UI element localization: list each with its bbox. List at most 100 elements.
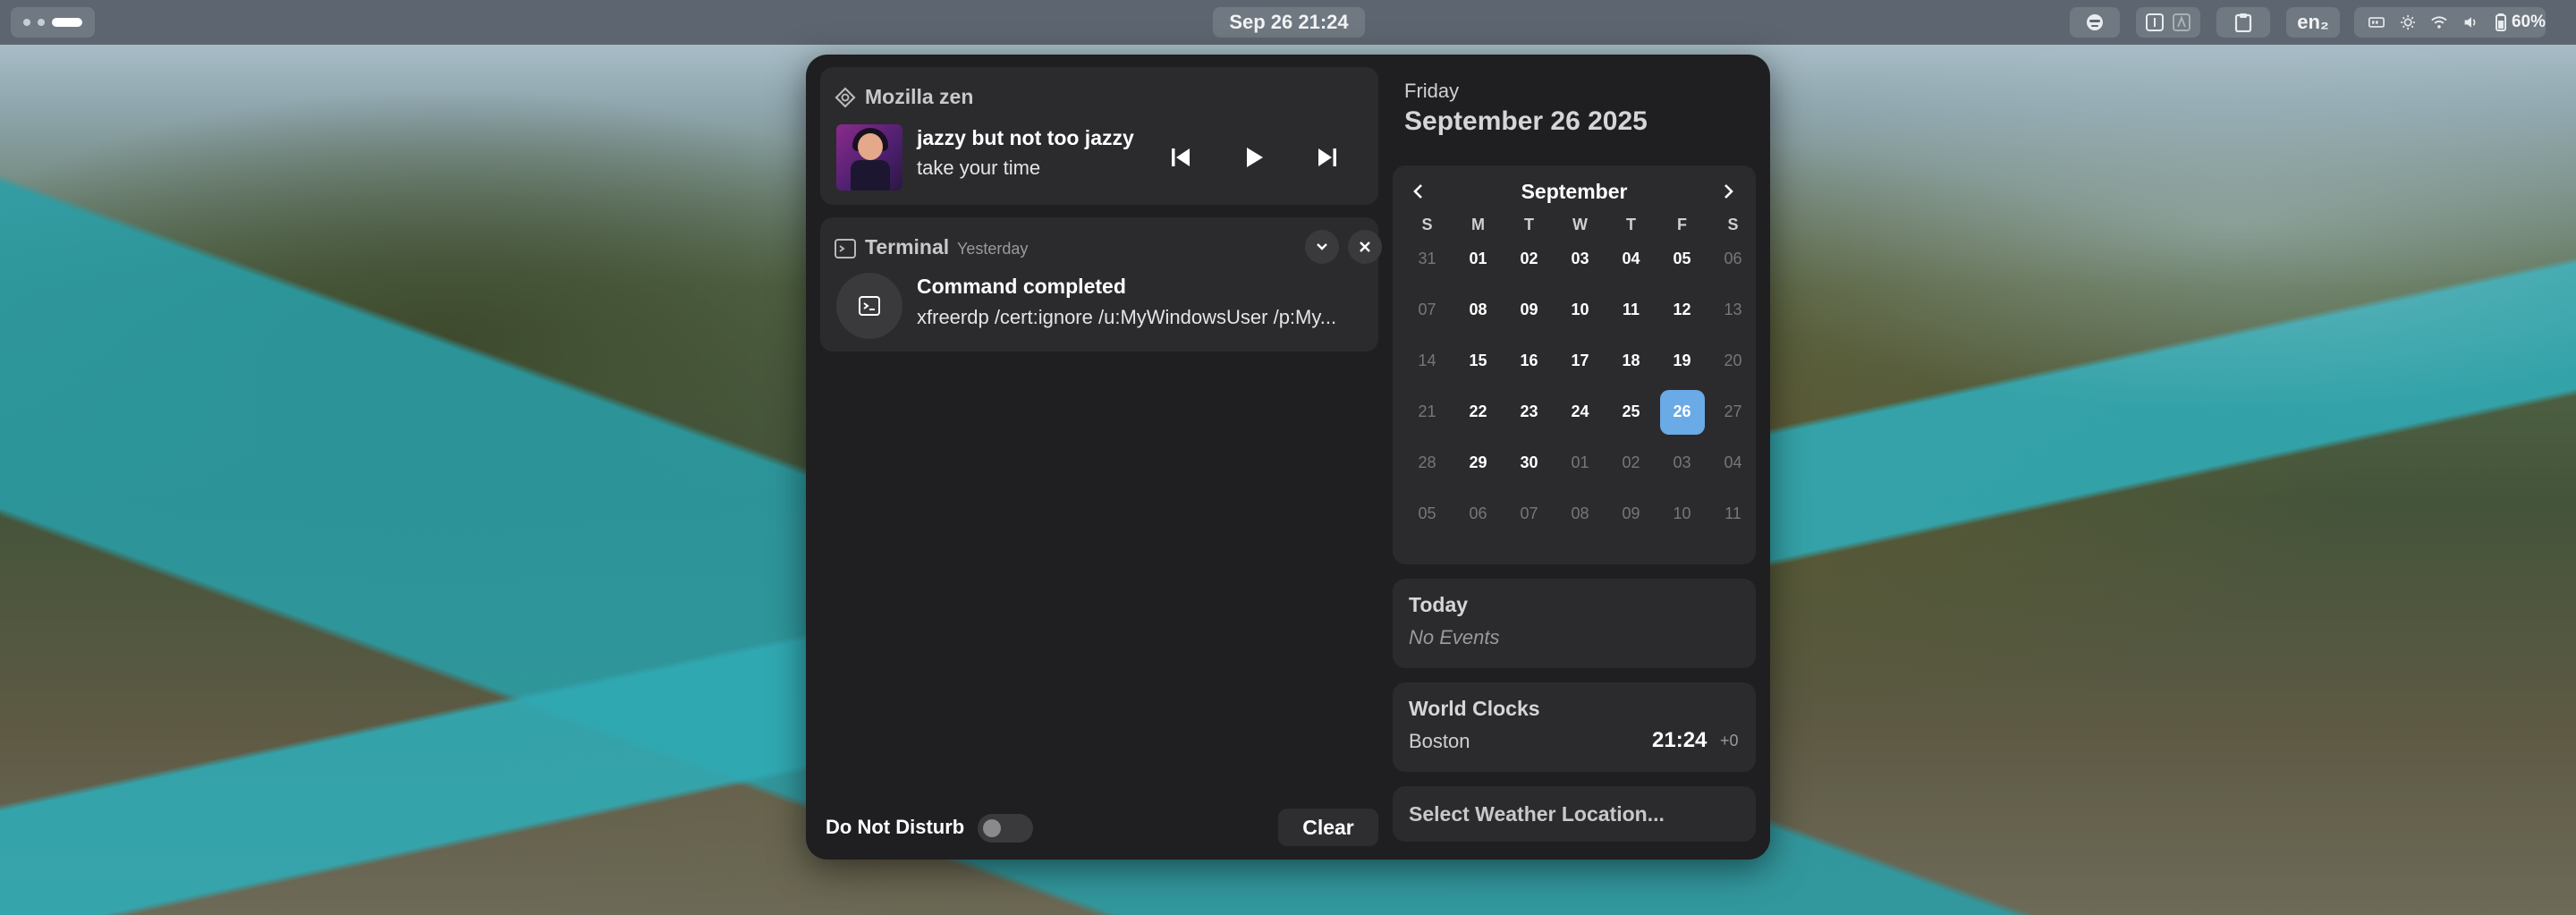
calendar-day[interactable]: 06 [1456,492,1501,537]
calendar-week-row: 14 15 16 17 18 19 20 [1402,335,1759,386]
dismiss-notification-button[interactable] [1348,230,1382,264]
calendar-day[interactable]: 08 [1456,288,1501,333]
calendar-day-today[interactable]: 26 [1659,389,1705,435]
notification-card[interactable]: Terminal Yesterday Command completed xfr… [820,217,1382,352]
calendar-day[interactable]: 01 [1456,237,1501,282]
battery-label: 60% [2511,13,2546,31]
chevron-down-icon [1317,243,1327,250]
calendar-day[interactable]: 24 [1558,390,1603,435]
calendar-day[interactable]: 19 [1660,339,1705,384]
calendar-day[interactable]: 10 [1558,288,1603,333]
calendar-week-row: 07 08 09 10 11 12 13 [1402,284,1759,335]
weekday-header: T [1626,216,1636,233]
world-clocks-card: World Clocks Boston 21:24 +0 [1393,682,1756,772]
calendar-day[interactable]: 15 [1456,339,1501,384]
calendar-day[interactable]: 08 [1558,492,1603,537]
calendar-day[interactable]: 29 [1456,441,1501,486]
calendar-day[interactable]: 20 [1711,339,1756,384]
notification-title: Command completed [917,275,1126,298]
calendar-day[interactable]: 02 [1507,237,1552,282]
events-card: Today No Events [1393,579,1756,668]
weekday-header: M [1471,216,1485,233]
calendar-day[interactable]: 11 [1609,288,1654,333]
next-month-button[interactable] [1720,183,1736,199]
calendar-grid: 31 01 02 03 04 05 06 07 08 09 10 11 12 13 14 15 16 17 18 19… [1402,233,1759,539]
events-title: Today [1409,593,1469,616]
calendar-day[interactable]: 05 [1405,492,1450,537]
workspace-dot[interactable] [38,19,45,26]
calendar-day[interactable]: 13 [1711,288,1756,333]
calendar-day[interactable]: 25 [1609,390,1654,435]
active-workspace[interactable] [52,18,82,27]
language-button[interactable]: en₂ [2286,7,2340,38]
calendar-day[interactable]: 14 [1405,339,1450,384]
expand-button[interactable] [1305,230,1339,264]
clipboard-button[interactable] [2216,7,2270,38]
calendar-day[interactable]: 04 [1711,441,1756,486]
track-title: jazzy but not too jazzy [917,126,1134,149]
previous-track-button[interactable] [1169,146,1192,169]
calendar-day[interactable]: 30 [1507,441,1552,486]
world-clock-offset: +0 [1720,732,1739,750]
calendar-day[interactable]: 10 [1660,492,1705,537]
clear-button[interactable]: Clear [1278,809,1378,846]
notification-app-name: Terminal [865,235,950,258]
memory-icon[interactable] [2368,15,2385,30]
weekday-header: F [1677,216,1687,233]
calendar-day[interactable]: 06 [1711,237,1756,282]
calendar-day[interactable]: 02 [1609,441,1654,486]
close-icon [1360,241,1370,252]
calendar-day[interactable]: 03 [1558,237,1603,282]
calendar-day[interactable]: 07 [1405,288,1450,333]
weather-card[interactable]: Select Weather Location... [1393,786,1756,842]
emoji-icon [2087,14,2103,30]
system-tray[interactable]: 60% [2354,7,2546,38]
calendar-day[interactable]: 27 [1711,390,1756,435]
top-bar: Sep 26 21:24 en₂ 60% [0,0,2576,45]
workspace-2-icon[interactable] [2173,13,2190,31]
play-button[interactable] [1242,146,1266,169]
calendar-day[interactable]: 01 [1558,441,1603,486]
calendar-week-row: 31 01 02 03 04 05 06 [1402,233,1759,284]
calendar-day[interactable]: 05 [1660,237,1705,282]
calendar-day[interactable]: 17 [1558,339,1603,384]
calendar-day[interactable]: 22 [1456,390,1501,435]
workspace-switcher[interactable] [2136,7,2200,38]
calendar-day[interactable]: 09 [1507,288,1552,333]
world-clocks-title: World Clocks [1409,697,1540,720]
notification-body: xfreerdp /cert:ignore /u:MyWindowsUser /… [917,306,1337,328]
notification-app-icon [836,273,902,339]
volume-icon[interactable] [2463,14,2479,30]
calendar-day[interactable]: 12 [1660,288,1705,333]
calendar-day[interactable]: 03 [1660,441,1705,486]
calendar-day[interactable]: 07 [1507,492,1552,537]
emoji-button[interactable] [2070,7,2120,38]
weekday-header: T [1524,216,1534,233]
workspace-dot[interactable] [23,19,30,26]
calendar-day[interactable]: 11 [1711,492,1756,537]
calendar-day[interactable]: 09 [1609,492,1654,537]
calendar-day[interactable]: 18 [1609,339,1654,384]
calendar-card: September SMTWTFS 31 01 02 03 04 05 06 07 08 09 10… [1393,165,1756,564]
calendar-week-row: 28 29 30 01 02 03 04 [1402,437,1759,488]
battery-indicator[interactable]: 60% [2495,13,2546,32]
calendar-day[interactable]: 28 [1405,441,1450,486]
calendar-day[interactable]: 04 [1609,237,1654,282]
weather-location-label[interactable]: Select Weather Location... [1409,802,1665,826]
dnd-toggle[interactable] [978,814,1033,843]
calendar-day[interactable]: 23 [1507,390,1552,435]
weekday-label: Friday [1404,80,1460,102]
wifi-icon[interactable] [2431,14,2447,30]
workspaces-indicator[interactable] [11,7,95,38]
media-app-name: Mozilla zen [865,85,974,108]
calendar-day[interactable]: 16 [1507,339,1552,384]
clock-label: Sep 26 21:24 [1229,11,1349,33]
album-art [836,124,902,191]
calendar-day[interactable]: 21 [1405,390,1450,435]
clock-button[interactable]: Sep 26 21:24 [1213,7,1365,38]
workspace-1-icon[interactable] [2146,13,2164,31]
next-track-button[interactable] [1316,146,1339,169]
calendar-day[interactable]: 31 [1405,237,1450,282]
notification-center: Mozilla zen jazzy but not too jazzy take… [806,55,1770,860]
brightness-icon[interactable] [2400,13,2416,31]
